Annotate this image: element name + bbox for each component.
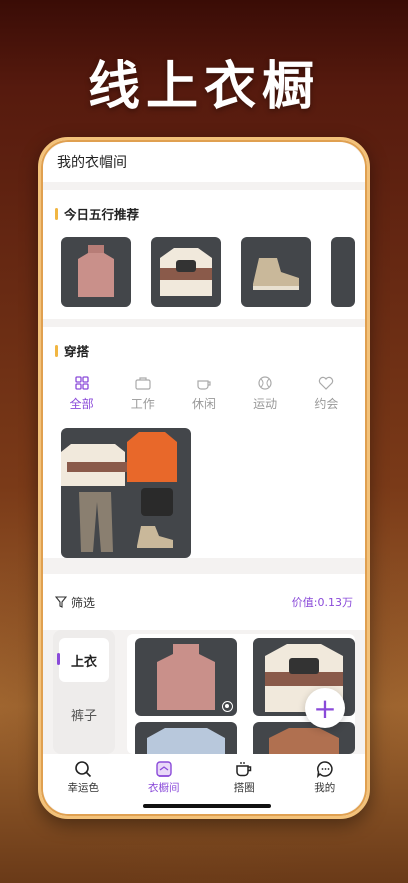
chat-icon (316, 761, 333, 778)
funnel-icon (55, 596, 67, 608)
filter-label: 筛选 (71, 595, 96, 610)
coffee-icon (196, 374, 212, 392)
closet-item[interactable] (135, 638, 237, 716)
recommend-item-khaki-boots[interactable] (241, 237, 311, 307)
wardrobe-icon (156, 761, 172, 777)
page-title: 我的衣帽间 (57, 155, 127, 171)
app-screen: 我的衣帽间 今日五行推荐 穿搭 全部 工作 休闲 运动 约会 筛选 价值:0.1… (43, 142, 365, 814)
home-indicator[interactable] (143, 804, 271, 808)
nav-label: 搭圈 (233, 782, 255, 794)
item-image (147, 728, 225, 754)
outfit-header: 穿搭 (43, 327, 365, 370)
nav-label: 幸运色 (67, 782, 100, 794)
tab-date[interactable]: 约会 (301, 374, 351, 412)
total-value: 价值:0.13万 (291, 596, 353, 609)
grid-icon (74, 374, 89, 392)
add-item-button[interactable]: + (305, 688, 345, 728)
recommend-card: 今日五行推荐 (43, 190, 365, 319)
closet-item[interactable] (253, 722, 355, 754)
recommend-item-cream-sweatshirt[interactable] (151, 237, 221, 307)
category-list: 上衣 裤子 (53, 630, 115, 754)
tab-casual[interactable]: 休闲 (179, 374, 229, 412)
phone-frame: 我的衣帽间 今日五行推荐 穿搭 全部 工作 休闲 运动 约会 筛选 价值:0.1… (38, 137, 370, 819)
tab-label: 运动 (253, 397, 278, 411)
search-icon (75, 761, 92, 778)
nav-lucky-color[interactable]: 幸运色 (53, 760, 113, 814)
item-image (269, 728, 339, 754)
tab-label: 工作 (130, 397, 155, 411)
category-tops[interactable]: 上衣 (57, 638, 109, 682)
nav-profile[interactable]: 我的 (295, 760, 355, 814)
tab-sport[interactable]: 运动 (240, 374, 290, 412)
tab-all[interactable]: 全部 (57, 374, 107, 412)
tab-label: 全部 (69, 397, 94, 411)
outfit-card-item[interactable] (61, 428, 191, 558)
category-pants[interactable]: 裤子 (53, 690, 115, 738)
section-marker (55, 207, 58, 220)
tab-label: 休闲 (191, 397, 216, 411)
nav-label: 衣橱间 (148, 782, 180, 794)
section-marker (55, 344, 58, 357)
top-bar: 我的衣帽间 (43, 142, 365, 182)
outfit-card: 穿搭 全部 工作 休闲 运动 约会 (43, 327, 365, 558)
outfit-tabs: 全部 工作 休闲 运动 约会 (43, 370, 365, 420)
recommend-item-pink-turtleneck[interactable] (61, 237, 131, 307)
briefcase-icon (135, 374, 151, 392)
tab-work[interactable]: 工作 (118, 374, 168, 412)
outfit-title: 穿搭 (64, 344, 90, 359)
select-radio[interactable] (222, 701, 233, 712)
filter-bar: 筛选 价值:0.13万 (43, 574, 365, 630)
filter-button[interactable]: 筛选 (55, 594, 95, 611)
recommend-list[interactable] (43, 233, 365, 319)
recommend-title: 今日五行推荐 (64, 207, 140, 222)
nav-label: 我的 (314, 782, 336, 794)
cup-icon (236, 762, 252, 777)
tab-label: 约会 (314, 397, 339, 411)
recommend-header: 今日五行推荐 (43, 190, 365, 233)
banner-title: 线上衣橱 (87, 56, 320, 117)
closet-item[interactable] (135, 722, 237, 754)
recommend-item-partial[interactable] (331, 237, 355, 307)
heart-icon (318, 374, 334, 392)
outfit-image (61, 432, 177, 552)
ball-icon (258, 374, 272, 392)
